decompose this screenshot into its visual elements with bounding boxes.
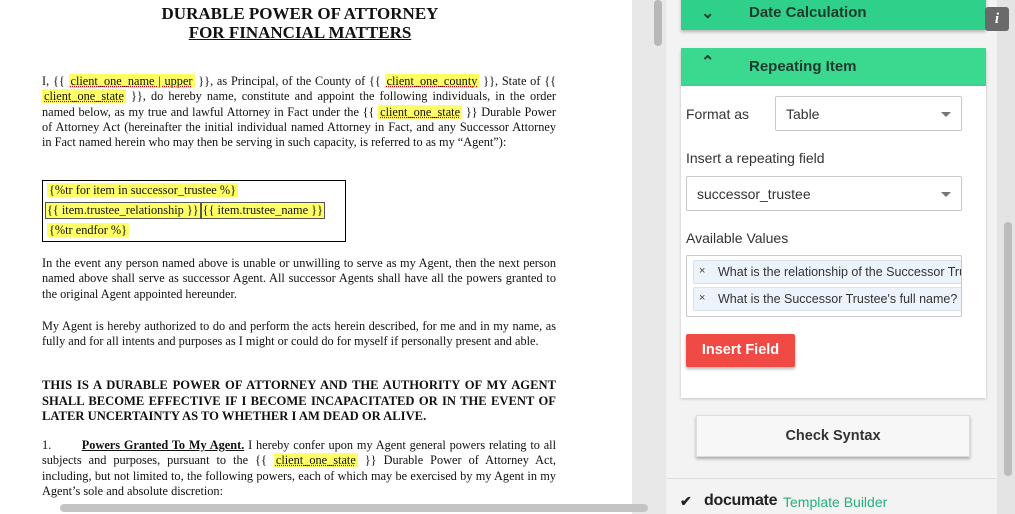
document-page[interactable]: DURABLE POWER OF ATTORNEY FOR FINANCIAL … <box>0 0 632 514</box>
chevron-down-icon: ⌄ <box>701 5 715 22</box>
info-icon[interactable]: i <box>985 7 1009 31</box>
repeating-field-select[interactable]: successor_trustee <box>686 176 962 211</box>
paragraph-authority: My Agent is hereby authorized to do and … <box>42 319 556 349</box>
panel-vertical-scroll-thumb[interactable] <box>1004 222 1012 476</box>
dropdown-caret-icon <box>941 112 951 117</box>
merge-field: client_one_county <box>384 74 480 88</box>
merge-field: client_one_name | upper <box>68 74 195 88</box>
accordion-title: Repeating Item <box>749 58 857 75</box>
remove-icon[interactable]: × <box>699 292 705 304</box>
paragraph-appointment: I, {{ client_one_name | upper }}, as Pri… <box>42 74 556 150</box>
value-tag[interactable]: × What is the Successor Trustee's full n… <box>693 287 961 311</box>
section-heading: Powers Granted To My Agent. <box>81 438 245 452</box>
accordion-title: Date Calculation <box>749 4 867 21</box>
dropdown-caret-icon <box>941 192 951 197</box>
repeating-item-form: Format as Table Insert a repeating field… <box>681 86 986 398</box>
loop-end-tag: {%tr endfor %} <box>47 223 130 237</box>
brand-name: documate <box>704 492 778 509</box>
available-values-label: Available Values <box>686 230 789 246</box>
template-builder-panel: ⌄ Date Calculation ⌃ Repeating Item Form… <box>666 0 1015 514</box>
document-horizontal-scroll-thumb[interactable] <box>60 504 648 512</box>
insert-field-button[interactable]: Insert Field <box>686 334 795 367</box>
available-values-list[interactable]: × What is the relationship of the Succes… <box>686 255 962 317</box>
table-cell-name: {{ item.trustee_name }} <box>200 202 325 219</box>
document-vertical-scroll-thumb[interactable] <box>654 0 662 46</box>
format-label: Format as <box>686 106 750 122</box>
merge-field: client_one_state <box>42 89 126 104</box>
panel-footer: ✔ documate Template Builder <box>666 478 996 514</box>
format-select[interactable]: Table <box>775 96 962 131</box>
table-row-loop-end: {%tr endfor %} <box>47 223 130 238</box>
section-number: 1. <box>42 438 52 452</box>
merge-field: client_one_state <box>378 104 463 119</box>
format-select-value: Table <box>786 106 820 122</box>
remove-icon[interactable]: × <box>699 265 705 277</box>
document-subtitle: FOR FINANCIAL MATTERS <box>188 23 412 42</box>
insert-repeating-label: Insert a repeating field <box>686 150 825 166</box>
table-row-fields: {{ item.trustee_relationship }}{{ item.t… <box>45 202 325 219</box>
document-vertical-scrollbar[interactable] <box>634 0 650 514</box>
document-area: DURABLE POWER OF ATTORNEY FOR FINANCIAL … <box>0 0 662 514</box>
check-syntax-button[interactable]: Check Syntax <box>696 415 970 457</box>
value-tag-label: What is the Successor Trustee's full nam… <box>718 292 958 306</box>
value-tag[interactable]: × What is the relationship of the Succes… <box>693 260 961 284</box>
accordion-date-calculation[interactable]: ⌄ Date Calculation <box>681 0 986 30</box>
document-title: DURABLE POWER OF ATTORNEY <box>161 4 439 23</box>
paragraph-durable-notice: THIS IS A DURABLE POWER OF ATTORNEY AND … <box>42 378 556 423</box>
merge-field: client_one_state <box>273 453 358 468</box>
table-cell-relationship: {{ item.trustee_relationship }} <box>45 202 201 219</box>
brand-subtitle: Template Builder <box>783 494 888 510</box>
paragraph-powers: 1. Powers Granted To My Agent. I hereby … <box>42 438 556 499</box>
accordion-repeating-item[interactable]: ⌃ Repeating Item <box>681 48 986 86</box>
repeating-table: {%tr for item in successor_trustee %} {{… <box>42 180 346 242</box>
table-row-loop-start: {%tr for item in successor_trustee %} <box>47 183 238 198</box>
value-tag-label: What is the relationship of the Successo… <box>718 265 961 279</box>
repeating-field-select-value: successor_trustee <box>697 186 811 202</box>
paragraph-successor: In the event any person named above is u… <box>42 256 556 301</box>
documate-logo-icon: ✔ <box>680 493 692 509</box>
chevron-up-icon: ⌃ <box>701 54 715 71</box>
loop-start-tag: {%tr for item in successor_trustee %} <box>47 183 238 197</box>
